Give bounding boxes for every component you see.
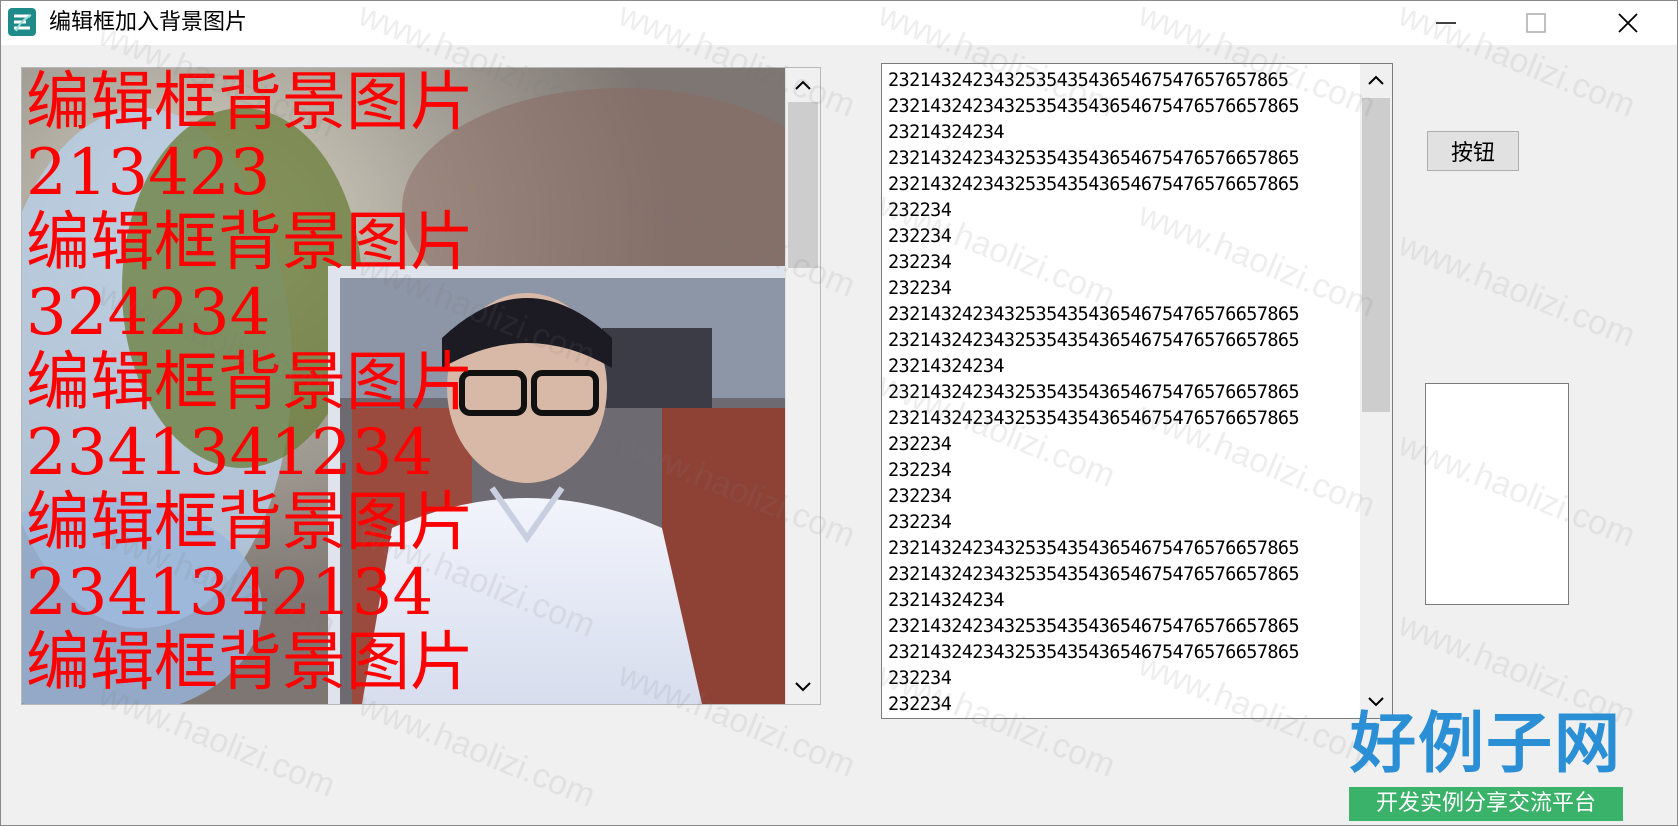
close-icon <box>1618 13 1638 33</box>
text-line: 232234 <box>888 694 952 715</box>
edit-text-line: 编辑框背景图片 <box>26 67 474 140</box>
edit-text-line: 2341342134 <box>26 556 434 630</box>
text-line: 232143242343253543543654675476576657865 <box>888 148 1300 169</box>
multiline-text-edit[interactable]: 23214324234325354354365467547657657865 23… <box>881 63 1393 719</box>
scroll-up-button[interactable] <box>786 68 820 102</box>
background-image-edit[interactable]: 编辑框背景图片 213423 编辑框背景图片 324234 编辑框背景图片 23… <box>21 67 821 705</box>
empty-text-box[interactable] <box>1425 383 1569 605</box>
text-line: 232143242343253543543654675476576657865 <box>888 382 1300 403</box>
chevron-up-icon <box>1368 75 1384 85</box>
background-edit-text[interactable]: 编辑框背景图片 213423 编辑框背景图片 324234 编辑框背景图片 23… <box>26 68 786 698</box>
scroll-down-button[interactable] <box>786 670 820 704</box>
text-line: 23214324234 <box>888 356 1005 377</box>
logo-title: 好例子网 <box>1350 705 1622 782</box>
text-line: 232143242343253543543654675476576657865 <box>888 616 1300 637</box>
text-line: 232234 <box>888 434 952 455</box>
edit-text-line: 213423 <box>26 136 271 210</box>
edit-text-line: 324234 <box>26 276 271 350</box>
close-button[interactable] <box>1583 1 1673 45</box>
text-line: 232143242343253543543654675476576657865 <box>888 174 1300 195</box>
app-window: 编辑框加入背景图片 编辑框背景图片 213423 编辑框背景图片 324234 … <box>0 0 1678 826</box>
text-line: 232234 <box>888 226 952 247</box>
text-line: 232143242343253543543654675476576657865 <box>888 564 1300 585</box>
text-line: 232234 <box>888 668 952 689</box>
text-line: 23214324234325354354365467547657657865 <box>888 70 1289 91</box>
action-button[interactable]: 按钮 <box>1427 131 1519 171</box>
text-lines: 23214324234325354354365467547657657865 23… <box>888 68 1300 718</box>
edit-text-line: 2341341234 <box>26 416 434 490</box>
maximize-button[interactable] <box>1491 1 1581 45</box>
text-line: 232143242343253543543654675476576657865 <box>888 642 1300 663</box>
app-logo-icon <box>8 8 36 36</box>
text-line: 232143242343253543543654675476576657865 <box>888 330 1300 351</box>
scroll-thumb[interactable] <box>788 102 818 268</box>
text-line: 23214324234 <box>888 590 1005 611</box>
text-line: 232143242343253543543654675476576657865 <box>888 538 1300 559</box>
scroll-thumb[interactable] <box>1362 98 1390 412</box>
text-line: 232234 <box>888 252 952 273</box>
text-line: 232234 <box>888 486 952 507</box>
right-edit-scrollbar[interactable] <box>1360 64 1392 718</box>
window-title: 编辑框加入背景图片 <box>49 10 248 35</box>
scroll-up-button[interactable] <box>1360 64 1392 96</box>
text-line: 232234 <box>888 278 952 299</box>
text-line: 232143242343253543543654675476576657865 <box>888 96 1300 117</box>
edit-text-line: 编辑框背景图片 <box>26 486 474 560</box>
left-edit-scrollbar[interactable] <box>785 68 820 704</box>
text-line: 232234 <box>888 200 952 221</box>
chevron-up-icon <box>795 80 811 90</box>
edit-text-line: 编辑框背景图片 <box>26 206 474 280</box>
minimize-icon <box>1436 22 1456 24</box>
watermark-text: www.haolizi.com <box>1393 225 1641 355</box>
text-line: 232143242343253543543654675476576657865 <box>888 304 1300 325</box>
text-line: 232234 <box>888 512 952 533</box>
title-bar[interactable]: 编辑框加入背景图片 <box>1 1 1677 45</box>
minimize-button[interactable] <box>1401 1 1491 45</box>
site-logo: 好例子网 开发实例分享交流平台 <box>1349 707 1623 821</box>
text-line: 232234 <box>888 460 952 481</box>
maximize-icon <box>1526 13 1546 33</box>
logo-subtitle: 开发实例分享交流平台 <box>1349 787 1623 821</box>
chevron-down-icon <box>795 682 811 692</box>
text-line: 232143242343253543543654675476576657865 <box>888 408 1300 429</box>
text-line: 23214324234 <box>888 122 1005 143</box>
edit-text-line: 编辑框背景图片 <box>26 346 474 420</box>
edit-text-line: 编辑框背景图片 <box>26 626 474 700</box>
